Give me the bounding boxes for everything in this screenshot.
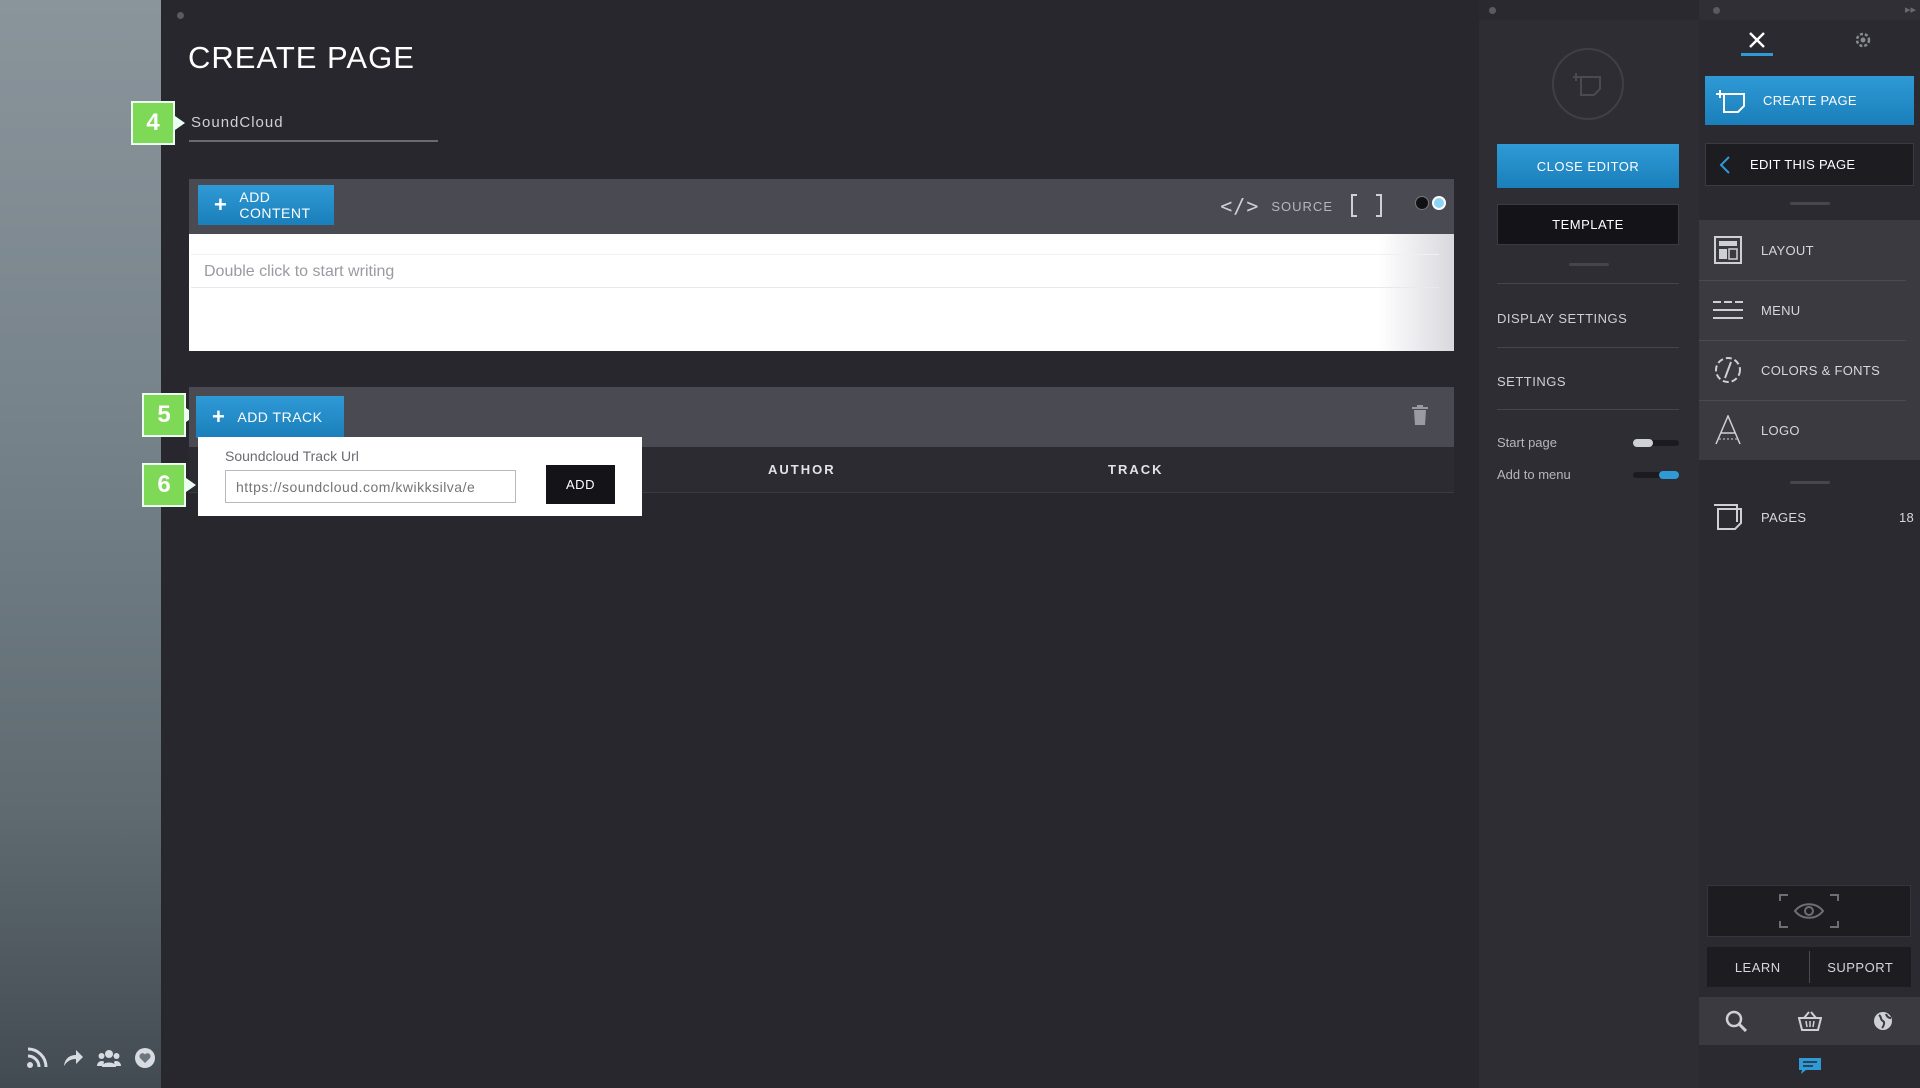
preview-button[interactable] [1707, 885, 1911, 937]
window-dot [1489, 7, 1496, 14]
sidebar-item-pages[interactable]: PAGES 18 [1699, 487, 1920, 547]
panel-grip [1569, 263, 1609, 266]
step-badge-4: 4 [131, 101, 185, 145]
help-links: LEARN SUPPORT [1707, 947, 1911, 987]
collapse-icon[interactable]: ▸▸ [1905, 3, 1916, 16]
track-url-label: Soundcloud Track Url [225, 448, 359, 464]
divider [1497, 409, 1679, 410]
chat-icon[interactable] [1798, 1057, 1822, 1075]
active-tab-indicator [1741, 53, 1773, 56]
menu-icon [1711, 295, 1745, 325]
heart-icon[interactable] [133, 1046, 157, 1070]
template-button[interactable]: TEMPLATE [1497, 204, 1679, 245]
add-content-button[interactable]: + ADD CONTENT [198, 185, 334, 225]
create-page-icon [1709, 89, 1753, 113]
theme-toggle[interactable] [1415, 196, 1446, 210]
trash-icon[interactable] [1412, 405, 1428, 425]
tools-icon[interactable] [1743, 28, 1771, 52]
sidebar-item-colors-fonts[interactable]: COLORS & FONTS [1699, 340, 1920, 400]
window-dot [177, 12, 184, 19]
sidebar-titlebar: ▸▸ [1699, 0, 1920, 20]
basket-icon[interactable] [1773, 997, 1847, 1045]
page-name-input[interactable]: SoundCloud [189, 110, 438, 142]
colors-fonts-icon [1711, 355, 1745, 385]
add-track-label: ADD TRACK [237, 409, 323, 425]
globe-icon[interactable] [1846, 997, 1920, 1045]
learn-button[interactable]: LEARN [1707, 947, 1809, 987]
panel-titlebar [1479, 0, 1699, 20]
share-icon[interactable] [61, 1046, 85, 1070]
editor-placeholder[interactable]: Double click to start writing [191, 254, 1439, 288]
social-links [25, 1046, 157, 1070]
settings-link[interactable]: SETTINGS [1497, 374, 1566, 389]
sidebar-grip [1790, 202, 1830, 205]
page-title: CREATE PAGE [188, 40, 415, 75]
dark-theme-dot[interactable] [1415, 196, 1429, 210]
sidebar-item-label: LOGO [1761, 422, 1800, 438]
chevron-left-icon [1710, 155, 1740, 174]
sidebar-item-label: MENU [1761, 302, 1801, 318]
code-icon: </> [1220, 194, 1260, 218]
layout-icon [1711, 235, 1745, 265]
rss-icon[interactable] [25, 1046, 49, 1070]
plus-icon: + [214, 192, 228, 217]
window-dot [1713, 7, 1720, 14]
column-author: AUTHOR [768, 462, 836, 477]
logo-icon [1711, 415, 1745, 445]
design-menu: LAYOUT MENU COLORS & FONTS LOGO [1699, 220, 1920, 460]
create-page-label: CREATE PAGE [1763, 93, 1857, 108]
background-strip [0, 0, 161, 1088]
source-label: SOURCE [1271, 198, 1333, 214]
editor-area: CREATE PAGE 4 SoundCloud + ADD CONTENT <… [131, 0, 1479, 1088]
column-track: TRACK [1108, 462, 1164, 477]
sidebar-item-layout[interactable]: LAYOUT [1699, 220, 1920, 280]
sidebar-tabs [1699, 20, 1920, 60]
plus-icon: + [212, 404, 226, 429]
start-page-toggle[interactable] [1633, 439, 1679, 447]
toggle-knob [1659, 471, 1679, 479]
add-content-label: ADD CONTENT [239, 189, 311, 221]
divider [1497, 347, 1679, 348]
start-page-label: Start page [1497, 435, 1557, 450]
display-settings-link[interactable]: DISPLAY SETTINGS [1497, 311, 1627, 326]
close-editor-button[interactable]: CLOSE EDITOR [1497, 144, 1679, 188]
text-editor[interactable]: Double click to start writing [189, 234, 1454, 351]
pages-icon [1711, 502, 1745, 532]
track-url-popup: Soundcloud Track Url ADD [198, 437, 642, 516]
sidebar-grip [1790, 481, 1830, 484]
edit-this-page-button[interactable]: EDIT THIS PAGE [1705, 143, 1914, 186]
toggle-knob [1633, 439, 1653, 447]
light-theme-dot[interactable] [1432, 196, 1446, 210]
eye-icon [1779, 894, 1839, 928]
gear-icon[interactable] [1849, 28, 1877, 52]
search-icon[interactable] [1699, 997, 1773, 1045]
edit-this-page-label: EDIT THIS PAGE [1750, 157, 1856, 172]
page-thumbnail-icon[interactable] [1552, 48, 1624, 120]
step-badge-6: 6 [142, 463, 196, 507]
sidebar-item-logo[interactable]: LOGO [1699, 400, 1920, 460]
sidebar-item-menu[interactable]: MENU [1699, 280, 1920, 340]
create-page-button[interactable]: CREATE PAGE [1705, 76, 1914, 125]
pages-count: 18 [1898, 509, 1914, 525]
add-url-button[interactable]: ADD [546, 465, 615, 504]
sidebar-item-label: COLORS & FONTS [1761, 362, 1881, 378]
content-toolbar: + ADD CONTENT </> SOURCE [189, 179, 1454, 234]
add-to-menu-toggle[interactable] [1633, 471, 1679, 479]
support-button[interactable]: SUPPORT [1810, 947, 1912, 987]
bottom-toolbar [1699, 997, 1920, 1045]
fullscreen-icon[interactable] [1350, 193, 1383, 218]
divider [1497, 283, 1679, 284]
step-badge-5: 5 [142, 393, 196, 437]
add-to-menu-label: Add to menu [1497, 467, 1571, 482]
sidebar-item-label: PAGES [1761, 509, 1807, 525]
page-settings-panel: CLOSE EDITOR TEMPLATE DISPLAY SETTINGS S… [1479, 0, 1699, 1088]
right-sidebar: ▸▸ CREATE PAGE EDIT THIS PAGE LAYOUT MEN… [1699, 0, 1920, 1088]
add-track-button[interactable]: + ADD TRACK [196, 396, 344, 438]
sidebar-item-label: LAYOUT [1761, 242, 1814, 258]
source-button[interactable]: </> SOURCE [1220, 194, 1333, 218]
track-url-input[interactable] [225, 470, 516, 503]
community-icon[interactable] [97, 1046, 121, 1070]
